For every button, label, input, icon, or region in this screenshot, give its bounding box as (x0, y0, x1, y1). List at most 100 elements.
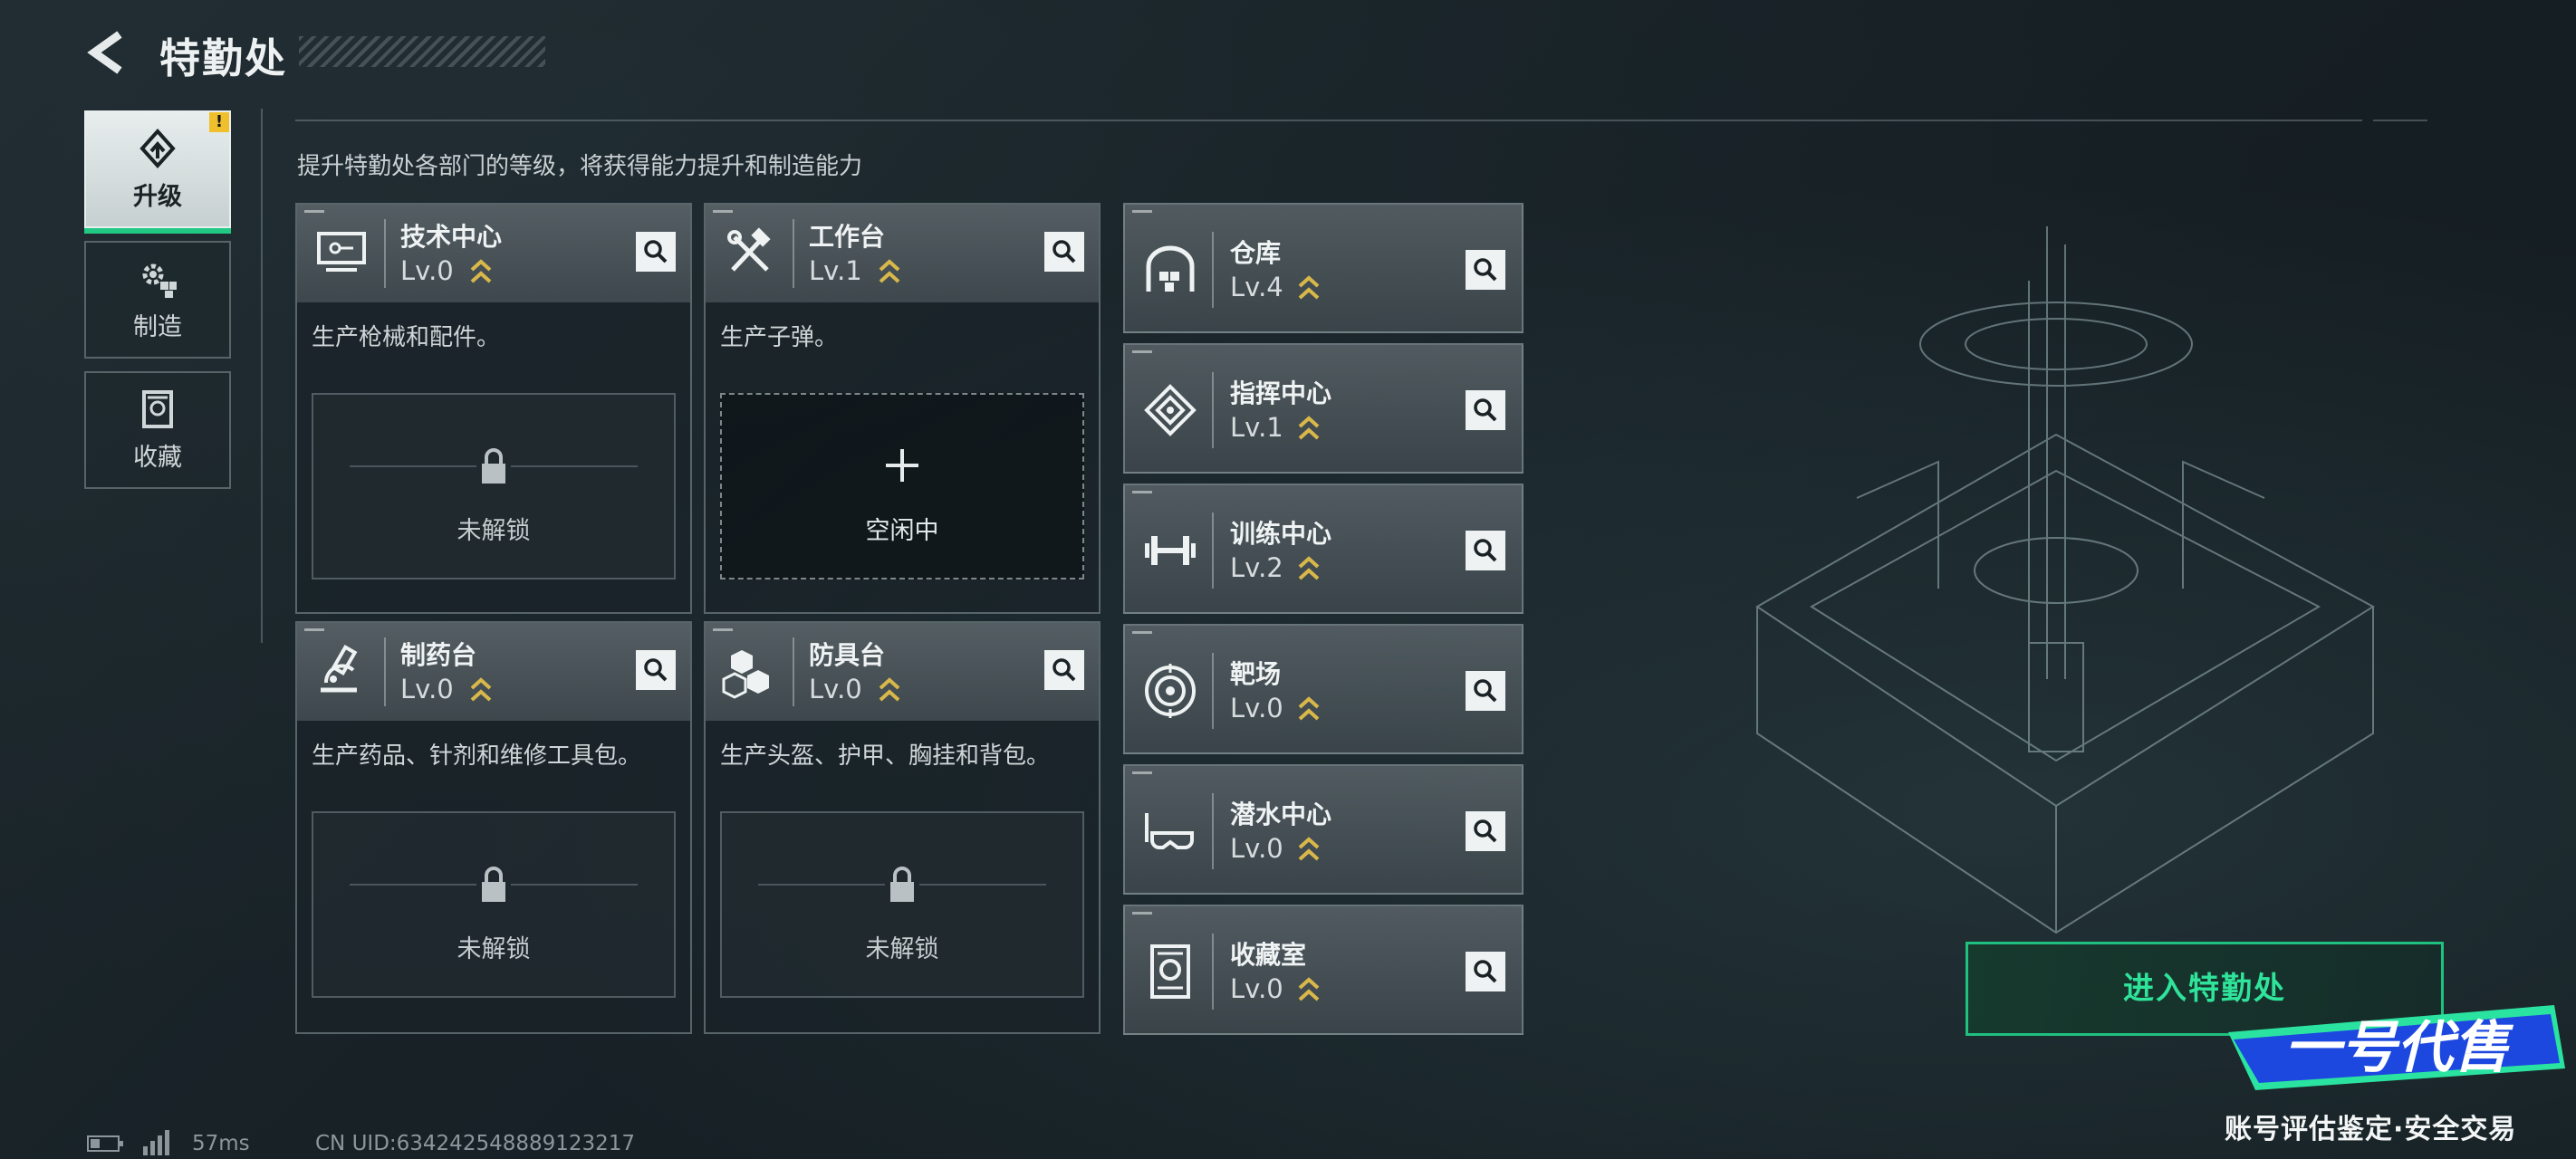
upgrade-icon (139, 128, 176, 168)
level-chevron-icon (879, 677, 900, 702)
level-chevron-icon (1298, 977, 1320, 1001)
top-divider-end (2373, 120, 2427, 121)
lock-icon (890, 867, 914, 902)
card-name: 技术中心 (400, 222, 503, 252)
production-slot[interactable]: 空闲中 (720, 393, 1084, 580)
slot-status: 未解锁 (457, 935, 531, 963)
row-level: Lv.1 (1230, 412, 1283, 443)
level-chevron-icon (1298, 696, 1320, 721)
level-chevron-icon (1298, 275, 1320, 300)
card-level: Lv.1 (809, 255, 862, 286)
uid-text: CN UID:634242548889123217 (315, 1132, 636, 1155)
level-chevron-icon (879, 259, 900, 283)
nav-collection-label: 收藏 (133, 443, 182, 472)
warning-badge: ! (209, 112, 229, 132)
plus-icon (886, 449, 918, 482)
title-decoration (299, 36, 545, 67)
row-name: 收藏室 (1230, 940, 1307, 970)
page-title: 特勤处 (159, 34, 288, 82)
search-icon[interactable] (1466, 811, 1505, 851)
slot-status: 空闲中 (865, 517, 939, 545)
row-name: 训练中心 (1230, 519, 1332, 549)
search-icon[interactable] (1044, 232, 1084, 272)
search-icon[interactable] (636, 650, 676, 690)
target-icon (1145, 664, 1196, 718)
row-shooting-range[interactable]: 靶场 Lv.0 (1123, 624, 1523, 754)
nav-collection[interactable]: 收藏 (84, 371, 231, 489)
computer-icon (317, 232, 366, 272)
search-icon[interactable] (1466, 250, 1505, 290)
row-level: Lv.0 (1230, 973, 1283, 1004)
card-description: 生产药品、针剂和维修工具包。 (312, 742, 642, 770)
gear-cube-icon (142, 263, 177, 298)
card-name: 工作台 (809, 222, 886, 252)
row-level: Lv.2 (1230, 552, 1283, 583)
row-level: Lv.0 (1230, 833, 1283, 864)
lock-icon (482, 867, 505, 902)
armor-blocks-icon (722, 650, 769, 699)
row-training-center[interactable]: 训练中心 Lv.2 (1123, 484, 1523, 614)
watermark-logo: 一号代售 (2228, 1005, 2565, 1090)
page-subtitle: 提升特勤处各部门的等级，将获得能力提升和制造能力 (297, 153, 863, 180)
row-warehouse[interactable]: 仓库 Lv.4 (1123, 203, 1523, 333)
top-divider (295, 120, 2362, 121)
svg-text:一号代售: 一号代售 (2284, 1014, 2514, 1080)
production-slot: 未解锁 (720, 811, 1084, 998)
row-level: Lv.4 (1230, 272, 1283, 302)
production-slot: 未解锁 (312, 393, 676, 580)
row-diving-center[interactable]: 潜水中心 Lv.0 (1123, 764, 1523, 895)
row-name: 靶场 (1230, 659, 1282, 689)
card-level: Lv.0 (400, 255, 454, 286)
nav-craft[interactable]: 制造 (84, 241, 231, 359)
row-command-center[interactable]: 指挥中心 Lv.1 (1123, 343, 1523, 474)
level-chevron-icon (1298, 837, 1320, 861)
search-icon[interactable] (636, 232, 676, 272)
row-name: 潜水中心 (1230, 800, 1332, 829)
card-pharmacy[interactable]: 制药台 Lv.0 生产药品、针剂和维修工具包。 未解锁 (295, 621, 692, 1034)
row-level: Lv.0 (1230, 693, 1283, 723)
battery-icon (87, 1135, 123, 1152)
slot-status: 未解锁 (457, 517, 531, 545)
row-collection-room[interactable]: 收藏室 Lv.0 (1123, 905, 1523, 1035)
search-icon[interactable] (1466, 531, 1505, 570)
slot-status: 未解锁 (865, 935, 939, 963)
card-level: Lv.0 (400, 674, 454, 704)
microscope-icon (321, 645, 358, 693)
search-icon[interactable] (1466, 952, 1505, 991)
signal-icon (143, 1130, 172, 1155)
lock-icon (482, 448, 505, 484)
diving-mask-icon (1145, 813, 1194, 849)
collection-room-icon (1150, 944, 1190, 999)
card-level: Lv.0 (809, 674, 862, 704)
row-name: 指挥中心 (1230, 378, 1332, 408)
card-workbench[interactable]: 工作台 Lv.1 生产子弹。 空闲中 (704, 203, 1101, 614)
search-icon[interactable] (1466, 390, 1505, 430)
card-name: 制药台 (400, 640, 477, 670)
search-icon[interactable] (1044, 650, 1084, 690)
base-blueprint-art (1755, 226, 2375, 934)
warehouse-icon (1146, 245, 1195, 292)
card-armor-bench[interactable]: 防具台 Lv.0 生产头盔、护甲、胸挂和背包。 未解锁 (704, 621, 1101, 1034)
ping-value: 57ms (192, 1132, 250, 1155)
nav-upgrade[interactable]: 升级 ! (84, 110, 231, 234)
level-chevron-icon (470, 259, 492, 283)
nav-upgrade-label: 升级 (133, 182, 182, 211)
nav-divider (261, 109, 263, 643)
production-slot: 未解锁 (312, 811, 676, 998)
level-chevron-icon (1298, 556, 1320, 580)
tools-icon (727, 227, 771, 272)
nav-craft-label: 制造 (133, 312, 182, 341)
watermark-subtitle: 账号评估鉴定·安全交易 (2225, 1114, 2517, 1145)
row-name: 仓库 (1230, 238, 1282, 268)
card-name: 防具台 (809, 640, 886, 670)
card-description: 生产枪械和配件。 (312, 324, 501, 351)
command-chip-icon (1144, 384, 1197, 436)
card-tech-center[interactable]: 技术中心 Lv.0 生产枪械和配件。 未解锁 (295, 203, 692, 614)
card-description: 生产头盔、护甲、胸挂和背包。 (720, 742, 1051, 770)
search-icon[interactable] (1466, 671, 1505, 711)
dumbbell-icon (1145, 536, 1196, 565)
collection-icon (142, 389, 173, 428)
back-arrow-icon[interactable] (83, 29, 129, 76)
card-description: 生产子弹。 (720, 324, 839, 351)
level-chevron-icon (1298, 416, 1320, 440)
